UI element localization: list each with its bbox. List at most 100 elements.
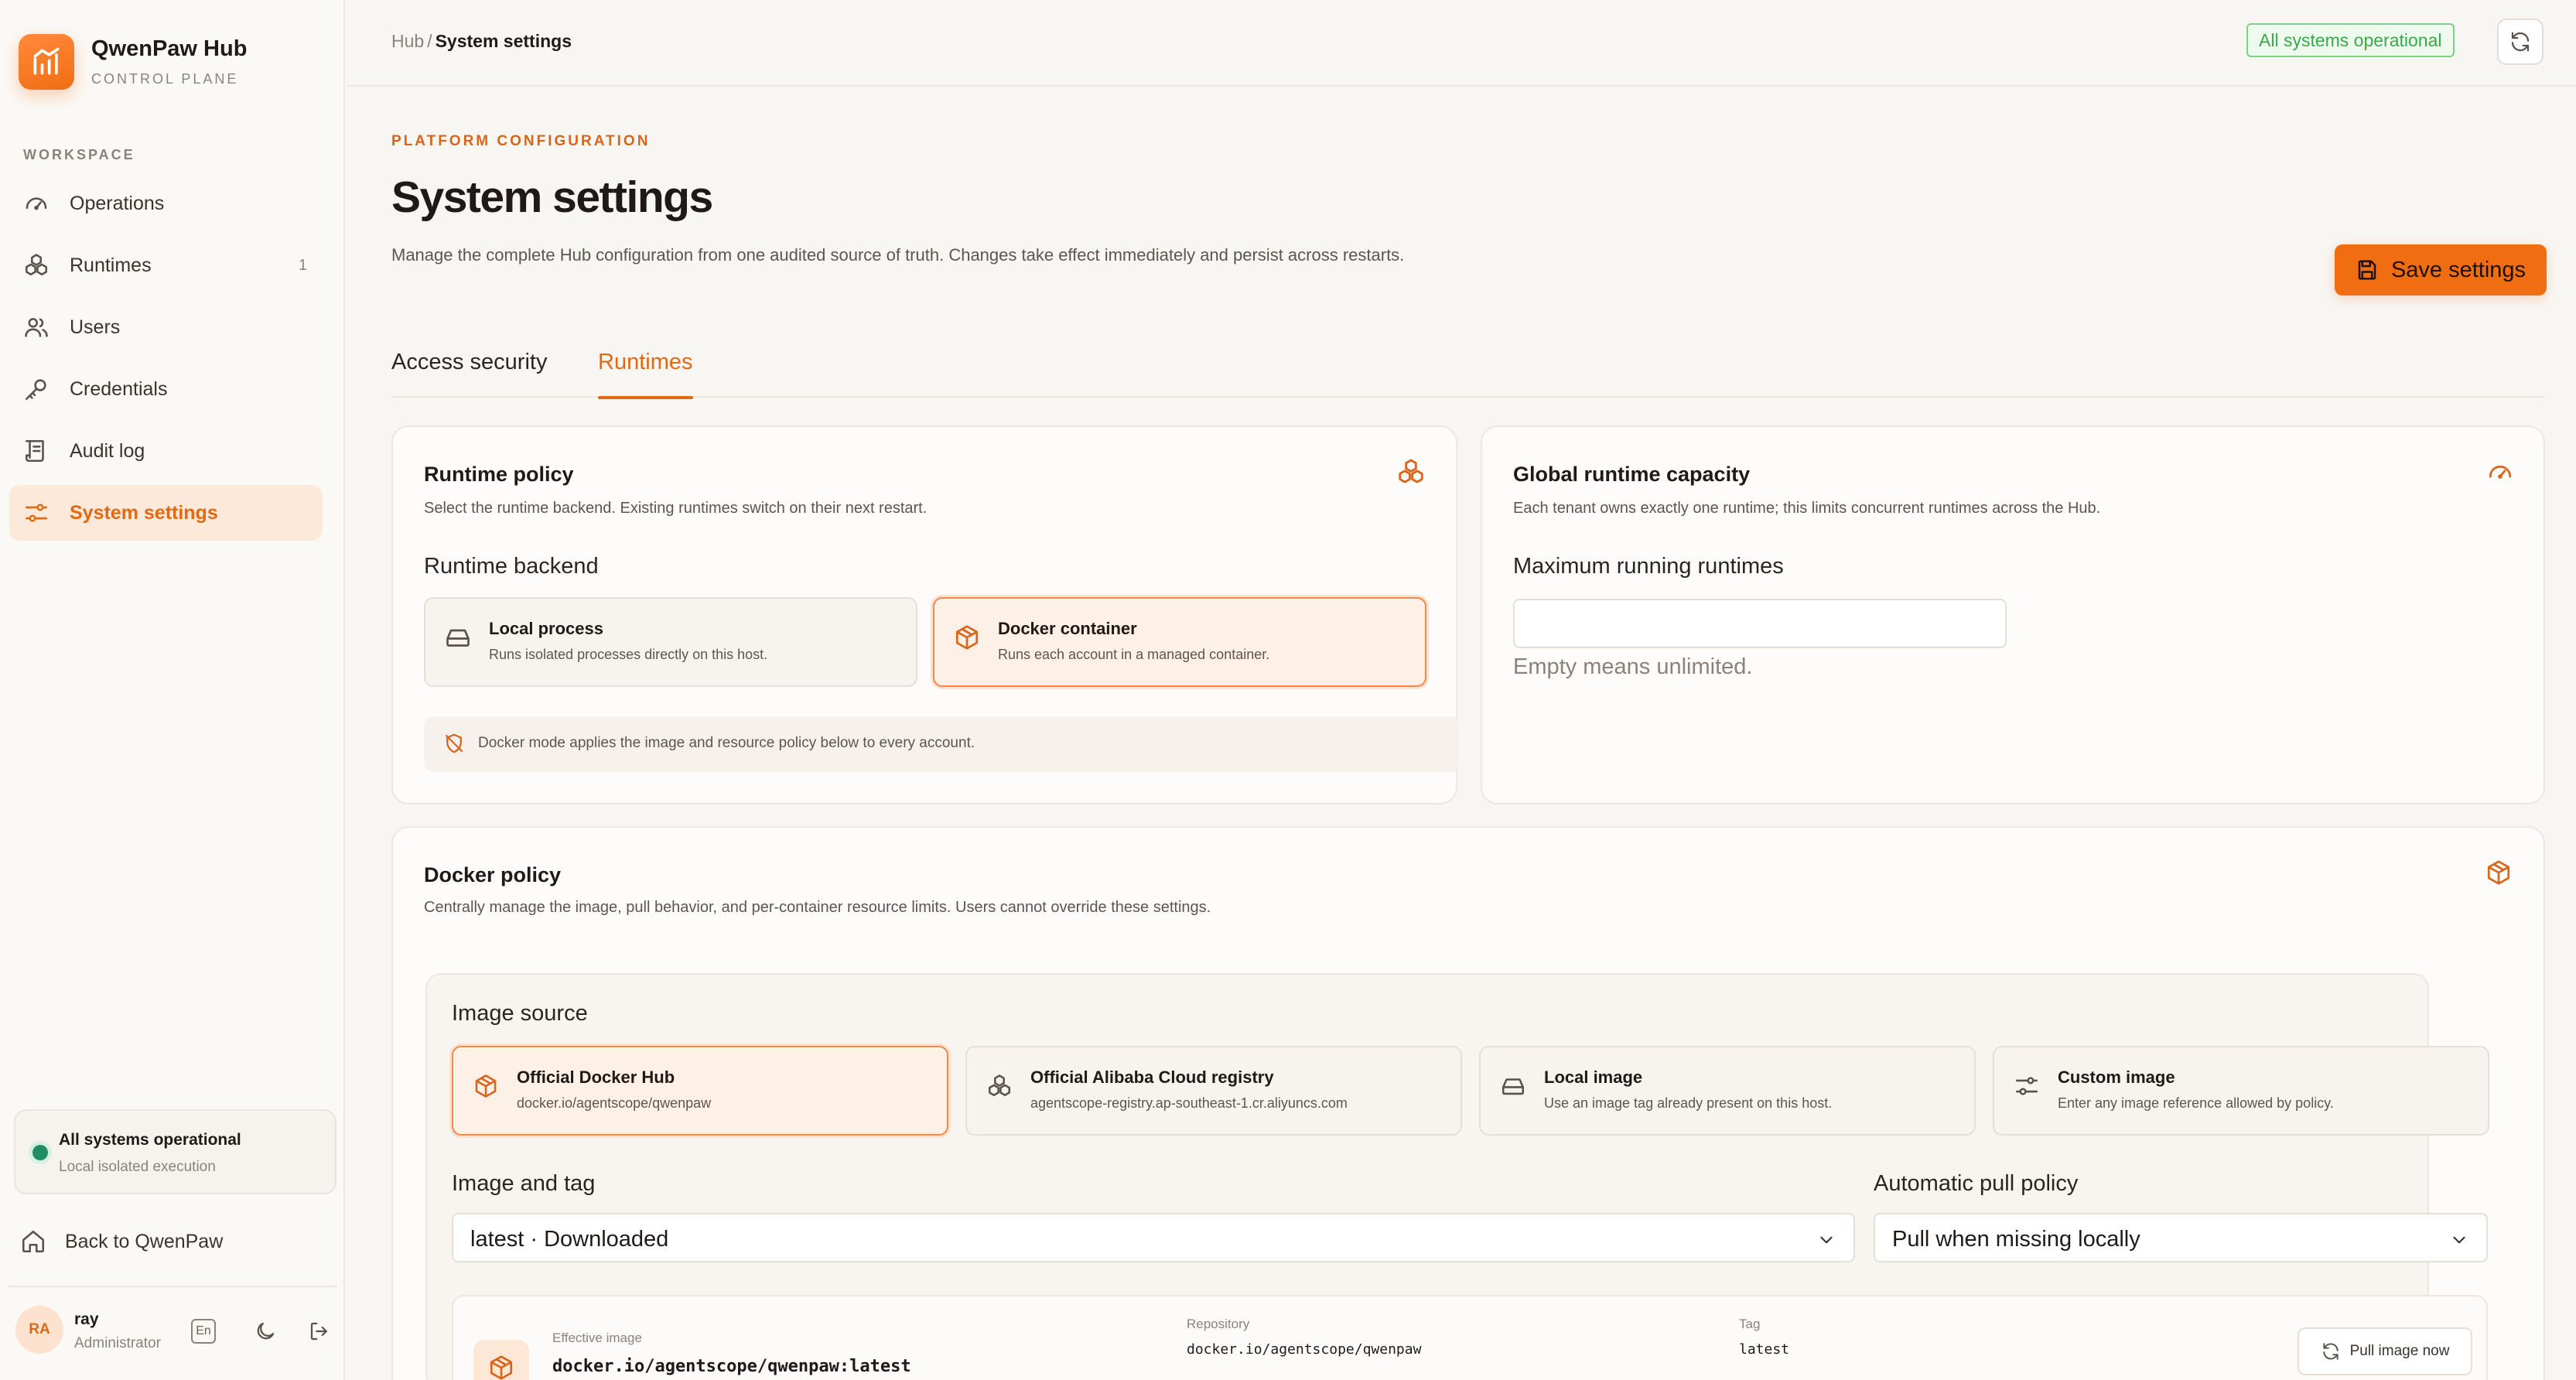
repository-value: docker.io/agentscope/qwenpaw: [1187, 1341, 1422, 1358]
save-icon: [2358, 260, 2376, 280]
logout-button[interactable]: [305, 1317, 334, 1346]
save-settings-button[interactable]: Save settings: [2335, 244, 2547, 295]
runtime-backend-label: Runtime backend: [424, 554, 599, 579]
sidebar-item-label: Audit log: [70, 439, 145, 462]
status-dot-icon: [32, 1145, 48, 1160]
gauge-icon: [22, 189, 51, 218]
automatic-pull-policy-label: Automatic pull policy: [1874, 1171, 2079, 1196]
image-source-alibaba-cloud-registry[interactable]: Official Alibaba Cloud registry agentsco…: [965, 1046, 1462, 1136]
system-status-title: All systems operational: [59, 1131, 241, 1149]
image-source-local-image[interactable]: Local image Use an image tag already pre…: [1479, 1046, 1976, 1136]
key-icon: [22, 374, 51, 404]
back-to-qwenpaw-link[interactable]: Back to QwenPaw: [20, 1228, 223, 1255]
page-description: Manage the complete Hub configuration fr…: [391, 245, 1405, 265]
topbar: Hub / System settings All systems operatio…: [347, 0, 2576, 87]
language-icon: En: [191, 1319, 216, 1344]
shield-off-icon: [441, 730, 467, 757]
theme-toggle-button[interactable]: [251, 1317, 280, 1346]
sidebar-item-label: System settings: [70, 501, 218, 524]
sidebar-nav: Operations Runtimes 1 Users Credentials …: [9, 176, 323, 547]
docker-policy-title: Docker policy: [424, 863, 562, 886]
sidebar-item-label: Credentials: [70, 377, 168, 400]
sidebar-item-system-settings[interactable]: System settings: [9, 485, 323, 541]
runtime-policy-title: Runtime policy: [424, 463, 574, 486]
image-source-official-docker-hub[interactable]: Official Docker Hub docker.io/agentscope…: [452, 1046, 948, 1136]
moon-icon: [257, 1322, 275, 1340]
option-description: Enter any image reference allowed by pol…: [2058, 1095, 2334, 1111]
option-description: Runs isolated processes directly on this…: [489, 647, 768, 662]
docker-mode-note-text: Docker mode applies the image and resour…: [478, 735, 975, 751]
sidebar-item-credentials[interactable]: Credentials: [9, 361, 323, 417]
system-status-card: All systems operational Local isolated e…: [14, 1109, 337, 1194]
user-name: ray: [74, 1310, 99, 1328]
audit-log-icon: [22, 436, 51, 466]
docker-mode-note: Docker mode applies the image and resour…: [424, 716, 1459, 772]
option-description: Runs each account in a managed container…: [998, 647, 1270, 662]
brand-subtitle: CONTROL PLANE: [91, 71, 239, 87]
repository-label: Repository: [1187, 1317, 1250, 1331]
page-title: System settings: [391, 172, 713, 222]
effective-image-panel: Effective image docker.io/agentscope/qwe…: [452, 1295, 2488, 1380]
gauge-icon: [2485, 456, 2516, 487]
tag-value: latest: [1739, 1341, 1790, 1358]
hard-drive-icon: [444, 623, 472, 651]
refresh-icon: [2511, 32, 2530, 52]
tag-label: Tag: [1739, 1317, 1761, 1331]
runtimes-icon: [1396, 456, 1426, 487]
page-eyebrow: PLATFORM CONFIGURATION: [391, 133, 651, 149]
option-title: Docker container: [998, 619, 1137, 638]
sidebar: QwenPaw Hub CONTROL PLANE WORKSPACE Oper…: [0, 0, 345, 1380]
breadcrumb-current: System settings: [435, 31, 572, 51]
image-source-panel: Image source Official Docker Hub docker.…: [425, 973, 2489, 1380]
workspace-section-label: WORKSPACE: [23, 147, 135, 162]
breadcrumb-root-link[interactable]: Hub: [391, 31, 424, 51]
sidebar-item-label: Operations: [70, 192, 165, 214]
option-description: docker.io/agentscope/qwenpaw: [517, 1095, 712, 1111]
max-running-runtimes-input[interactable]: [1513, 599, 2007, 648]
pull-image-now-button[interactable]: Pull image now: [2298, 1327, 2472, 1375]
runtimes-count-badge: 1: [298, 256, 307, 274]
image-tag-select[interactable]: latest · Downloaded: [452, 1213, 1855, 1262]
option-title: Official Docker Hub: [517, 1067, 675, 1087]
option-description: agentscope-registry.ap-southeast-1.cr.al…: [1030, 1095, 1348, 1111]
chevron-down-icon: [1820, 1236, 1833, 1244]
avatar[interactable]: RA: [15, 1306, 63, 1354]
backend-option-docker-container[interactable]: Docker container Runs each account in a …: [933, 597, 1426, 687]
pull-policy-select-value: Pull when missing locally: [1892, 1227, 2140, 1252]
refresh-button[interactable]: [2497, 19, 2544, 65]
tab-access-security[interactable]: Access security: [391, 350, 547, 398]
language-toggle-button[interactable]: En: [189, 1317, 218, 1346]
sidebar-item-operations[interactable]: Operations: [9, 176, 323, 231]
box-icon: [953, 623, 981, 651]
image-and-tag-label: Image and tag: [452, 1171, 596, 1196]
global-runtime-capacity-card: Global runtime capacity Each tenant owns…: [1481, 425, 2545, 804]
runtime-policy-card: Runtime policy Select the runtime backen…: [391, 425, 1459, 804]
sidebar-item-users[interactable]: Users: [9, 299, 323, 355]
sidebar-item-runtimes[interactable]: Runtimes 1: [9, 237, 323, 293]
docker-policy-description: Centrally manage the image, pull behavio…: [424, 899, 1211, 916]
docker-policy-card: Docker policy Centrally manage the image…: [391, 826, 2545, 1380]
image-source-custom-image[interactable]: Custom image Enter any image reference a…: [1993, 1046, 2489, 1136]
settings-tabs: Access security Runtimes: [391, 343, 2545, 399]
max-running-runtimes-hint: Empty means unlimited.: [1513, 654, 1753, 679]
brand[interactable]: QwenPaw Hub CONTROL PLANE: [19, 34, 247, 90]
logout-icon: [310, 1322, 327, 1341]
hard-drive-icon: [1499, 1072, 1527, 1100]
option-title: Custom image: [2058, 1067, 2175, 1087]
tab-runtimes[interactable]: Runtimes: [598, 350, 693, 399]
user-bar: RA ray Administrator En: [8, 1286, 337, 1380]
sidebar-item-audit-log[interactable]: Audit log: [9, 423, 323, 479]
pull-policy-select[interactable]: Pull when missing locally: [1874, 1213, 2488, 1262]
effective-image-label: Effective image: [552, 1330, 642, 1345]
runtimes-icon: [986, 1072, 1013, 1100]
brand-logo-icon: [19, 34, 74, 90]
effective-image-value: docker.io/agentscope/qwenpaw:latest: [552, 1357, 911, 1376]
refresh-icon: [2322, 1343, 2339, 1360]
settings-sliders-icon: [2013, 1072, 2041, 1100]
backend-option-local-process[interactable]: Local process Runs isolated processes di…: [424, 597, 917, 687]
runtime-policy-description: Select the runtime backend. Existing run…: [424, 500, 928, 517]
option-title: Local image: [1544, 1067, 1643, 1087]
chevron-down-icon: [2453, 1236, 2465, 1244]
breadcrumb-separator: /: [427, 31, 432, 51]
runtimes-icon: [22, 251, 51, 280]
